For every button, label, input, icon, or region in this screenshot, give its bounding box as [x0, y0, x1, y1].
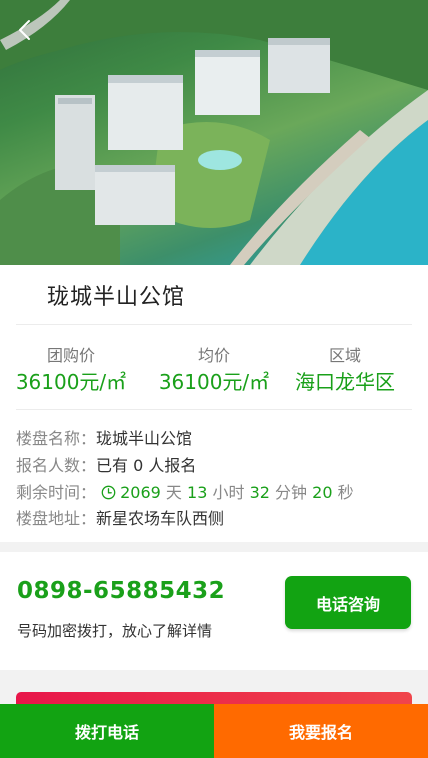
minutes-unit: 分钟: [275, 483, 308, 502]
group-price-value: 36100元/㎡: [15, 370, 127, 394]
countdown-days: 2069: [120, 483, 161, 502]
info-label: 楼盘地址：: [16, 509, 97, 528]
district-value: 海口龙华区: [295, 370, 395, 394]
days-unit: 天: [165, 483, 182, 502]
phone-note: 号码加密拨打，放心了解详情: [17, 622, 213, 640]
hero-image: [0, 0, 428, 265]
info-row-name: 楼盘名称：珑城半山公馆: [16, 425, 192, 449]
average-price-label: 均价: [197, 346, 230, 365]
info-row-countdown: 剩余时间： 2069 天 13 小时 32 分钟 20 秒: [16, 479, 354, 504]
countdown-minutes: 32: [249, 483, 270, 502]
call-button[interactable]: 拨打电话: [0, 704, 214, 758]
property-name-value: 珑城半山公馆: [96, 429, 193, 448]
page-title: 珑城半山公馆: [47, 285, 186, 310]
info-label: 报名人数：: [16, 456, 97, 475]
signup-button[interactable]: 我要报名: [214, 704, 428, 758]
phone-number[interactable]: 0898-65885432: [17, 578, 225, 604]
divider: [16, 324, 412, 325]
info-label: 楼盘名称：: [16, 429, 97, 448]
phone-consult-button[interactable]: 电话咨询: [285, 576, 411, 629]
seconds-unit: 秒: [337, 483, 354, 502]
countdown-seconds: 20: [312, 483, 333, 502]
back-button[interactable]: [10, 14, 42, 46]
info-row-signup: 报名人数：已有 0 人报名: [16, 452, 196, 476]
district-label: 区域: [328, 346, 361, 365]
address-value: 新星农场车队西侧: [96, 509, 225, 528]
clock-icon: [101, 485, 116, 504]
countdown-hours: 13: [187, 483, 208, 502]
property-rendering: [0, 0, 428, 265]
hours-unit: 小时: [212, 483, 245, 502]
info-row-address: 楼盘地址：新星农场车队西侧: [16, 505, 224, 529]
chevron-left-icon: [19, 20, 30, 40]
divider: [16, 409, 412, 410]
bottom-action-bar: 拨打电话 我要报名: [0, 704, 428, 758]
info-label: 剩余时间：: [16, 483, 97, 502]
signup-count-value: 已有 0 人报名: [96, 456, 197, 475]
group-price-label: 团购价: [46, 346, 95, 365]
average-price-value: 36100元/㎡: [158, 370, 270, 394]
